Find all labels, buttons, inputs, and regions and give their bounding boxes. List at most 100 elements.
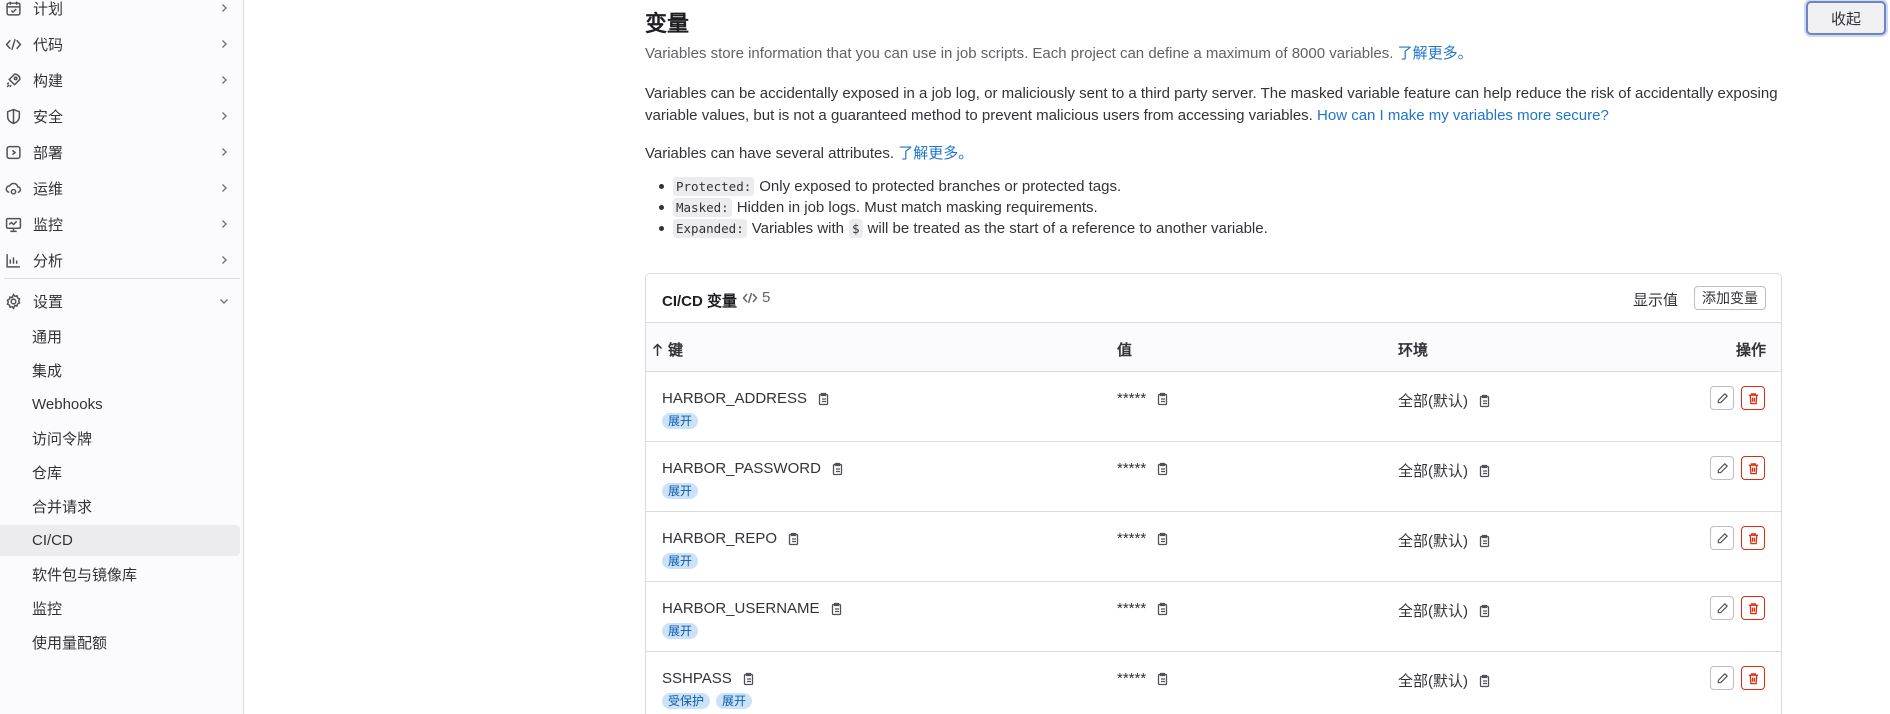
pencil-icon [1716, 462, 1729, 475]
variable-value: ***** [1117, 670, 1169, 687]
list-item: Masked: Hidden in job logs. Must match ma… [659, 197, 1268, 218]
variable-environment: 全部(默认) [1398, 600, 1491, 621]
variable-key: HARBOR_PASSWORD [662, 460, 844, 477]
variable-environment: 全部(默认) [1398, 530, 1491, 551]
sidebar-item-analyze[interactable]: 分析 [0, 243, 244, 277]
sidebar-item-code[interactable]: 代码 [0, 27, 244, 61]
copy-icon[interactable] [1155, 462, 1169, 476]
copy-icon[interactable] [829, 602, 843, 616]
delete-variable-button[interactable] [1741, 456, 1765, 480]
variable-value-text: ***** [1117, 670, 1147, 687]
copy-icon[interactable] [1477, 604, 1491, 618]
sidebar-subitem-cicd[interactable]: CI/CD [0, 525, 240, 556]
sidebar-subitem-integrations[interactable]: 集成 [0, 355, 240, 386]
copy-icon[interactable] [786, 532, 800, 546]
variable-env-text: 全部(默认) [1398, 533, 1468, 550]
sidebar: 计划 代码 构建 安全 部署 运维 监控 分析 设置 通用 集成 Webhook… [0, 0, 244, 714]
copy-icon[interactable] [1477, 464, 1491, 478]
attributes-body: Variables can have several attributes. [645, 145, 895, 162]
sidebar-subitem-usage-quotas[interactable]: 使用量配额 [0, 627, 240, 658]
sidebar-item-monitor[interactable]: 监控 [0, 207, 244, 241]
sidebar-subitem-access-tokens[interactable]: 访问令牌 [0, 423, 240, 454]
show-values-toggle[interactable]: 显示值 [1633, 289, 1678, 310]
card-header: CI/CD 变量 5 显示值 添加变量 [646, 274, 1781, 323]
add-variable-button[interactable]: 添加变量 [1694, 286, 1766, 310]
chevron-right-icon [218, 146, 230, 158]
gear-icon [4, 292, 22, 310]
copy-icon[interactable] [1477, 534, 1491, 548]
delete-variable-button[interactable] [1741, 596, 1765, 620]
cloud-gear-icon [4, 179, 22, 197]
copy-icon[interactable] [830, 462, 844, 476]
delete-variable-button[interactable] [1741, 666, 1765, 690]
sidebar-subitem-merge-requests[interactable]: 合并请求 [0, 491, 240, 522]
sidebar-subitem-repository[interactable]: 仓库 [0, 457, 240, 488]
copy-icon[interactable] [1477, 394, 1491, 408]
table-row: HARBOR_REPO 展开 ***** 全部(默认) [646, 512, 1781, 582]
sidebar-item-plan[interactable]: 计划 [0, 0, 244, 25]
trash-icon [1747, 672, 1760, 685]
delete-variable-button[interactable] [1741, 526, 1765, 550]
chevron-right-icon [218, 74, 230, 86]
variable-env-text: 全部(默认) [1398, 393, 1468, 410]
sidebar-item-label: 运维 [33, 180, 64, 198]
sidebar-item-label: 安全 [33, 108, 64, 126]
sidebar-subitem-label: CI/CD [32, 532, 73, 549]
variable-count-value: 5 [762, 289, 771, 306]
card-title: CI/CD 变量 [662, 293, 738, 310]
attribute-text: Variables with [751, 220, 844, 237]
sidebar-item-build[interactable]: 构建 [0, 63, 244, 97]
chevron-down-icon [218, 295, 230, 307]
edit-variable-button[interactable] [1710, 526, 1734, 550]
rocket-icon [4, 71, 22, 89]
sidebar-subitem-monitor[interactable]: 监控 [0, 593, 240, 624]
sidebar-item-label: 分析 [33, 252, 64, 270]
sidebar-subitem-label: 访问令牌 [32, 431, 93, 448]
trash-icon [1747, 602, 1760, 615]
attributes-learn-more-link[interactable]: 了解更多。 [898, 145, 973, 162]
attribute-text: Only exposed to protected branches or pr… [759, 178, 1122, 195]
copy-icon[interactable] [1155, 532, 1169, 546]
sidebar-item-deploy[interactable]: 部署 [0, 135, 244, 169]
copy-icon[interactable] [1155, 672, 1169, 686]
variable-env-text: 全部(默认) [1398, 603, 1468, 620]
table-row: HARBOR_USERNAME 展开 ***** 全部(默认) [646, 582, 1781, 652]
list-item: Expanded: Variables with $ will be treated … [659, 218, 1268, 239]
shield-icon [4, 107, 22, 125]
edit-variable-button[interactable] [1710, 386, 1734, 410]
variable-key: HARBOR_REPO [662, 530, 800, 547]
copy-icon[interactable] [816, 392, 830, 406]
sidebar-subitem-webhooks[interactable]: Webhooks [0, 389, 240, 420]
copy-icon[interactable] [741, 672, 755, 686]
table-row: HARBOR_ADDRESS 展开 ***** 全部(默认) [646, 372, 1781, 442]
delete-variable-button[interactable] [1741, 386, 1765, 410]
copy-icon[interactable] [1155, 392, 1169, 406]
trash-icon [1747, 392, 1760, 405]
edit-variable-button[interactable] [1710, 596, 1734, 620]
trash-icon [1747, 462, 1760, 475]
variables-card: CI/CD 变量 5 显示值 添加变量 键 值 环境 操作 HARBOR_ADD… [645, 273, 1782, 714]
secure-variables-link[interactable]: How can I make my variables more secure? [1317, 107, 1609, 124]
sidebar-item-settings[interactable]: 设置 [0, 284, 244, 318]
edit-variable-button[interactable] [1710, 666, 1734, 690]
variable-env-text: 全部(默认) [1398, 673, 1468, 690]
calendar-icon [4, 0, 22, 17]
variable-key: SSHPASS [662, 670, 755, 687]
copy-icon[interactable] [1155, 602, 1169, 616]
sidebar-subitem-packages-registries[interactable]: 软件包与镜像库 [0, 559, 240, 590]
variable-key-text: HARBOR_USERNAME [662, 600, 820, 617]
sidebar-subitem-general[interactable]: 通用 [0, 321, 240, 352]
learn-more-link[interactable]: 了解更多。 [1398, 45, 1473, 62]
sidebar-item-security[interactable]: 安全 [0, 99, 244, 133]
sidebar-item-operate[interactable]: 运维 [0, 171, 244, 205]
sidebar-item-label: 监控 [33, 216, 64, 234]
edit-variable-button[interactable] [1710, 456, 1734, 480]
variable-key: HARBOR_ADDRESS [662, 390, 830, 407]
chevron-right-icon [218, 110, 230, 122]
variable-badge: 展开 [716, 693, 753, 709]
chevron-right-icon [218, 38, 230, 50]
sidebar-item-label: 构建 [33, 72, 64, 90]
copy-icon[interactable] [1477, 674, 1491, 688]
collapse-button[interactable]: 收起 [1806, 1, 1886, 35]
column-key-sort[interactable]: 键 [652, 339, 683, 360]
